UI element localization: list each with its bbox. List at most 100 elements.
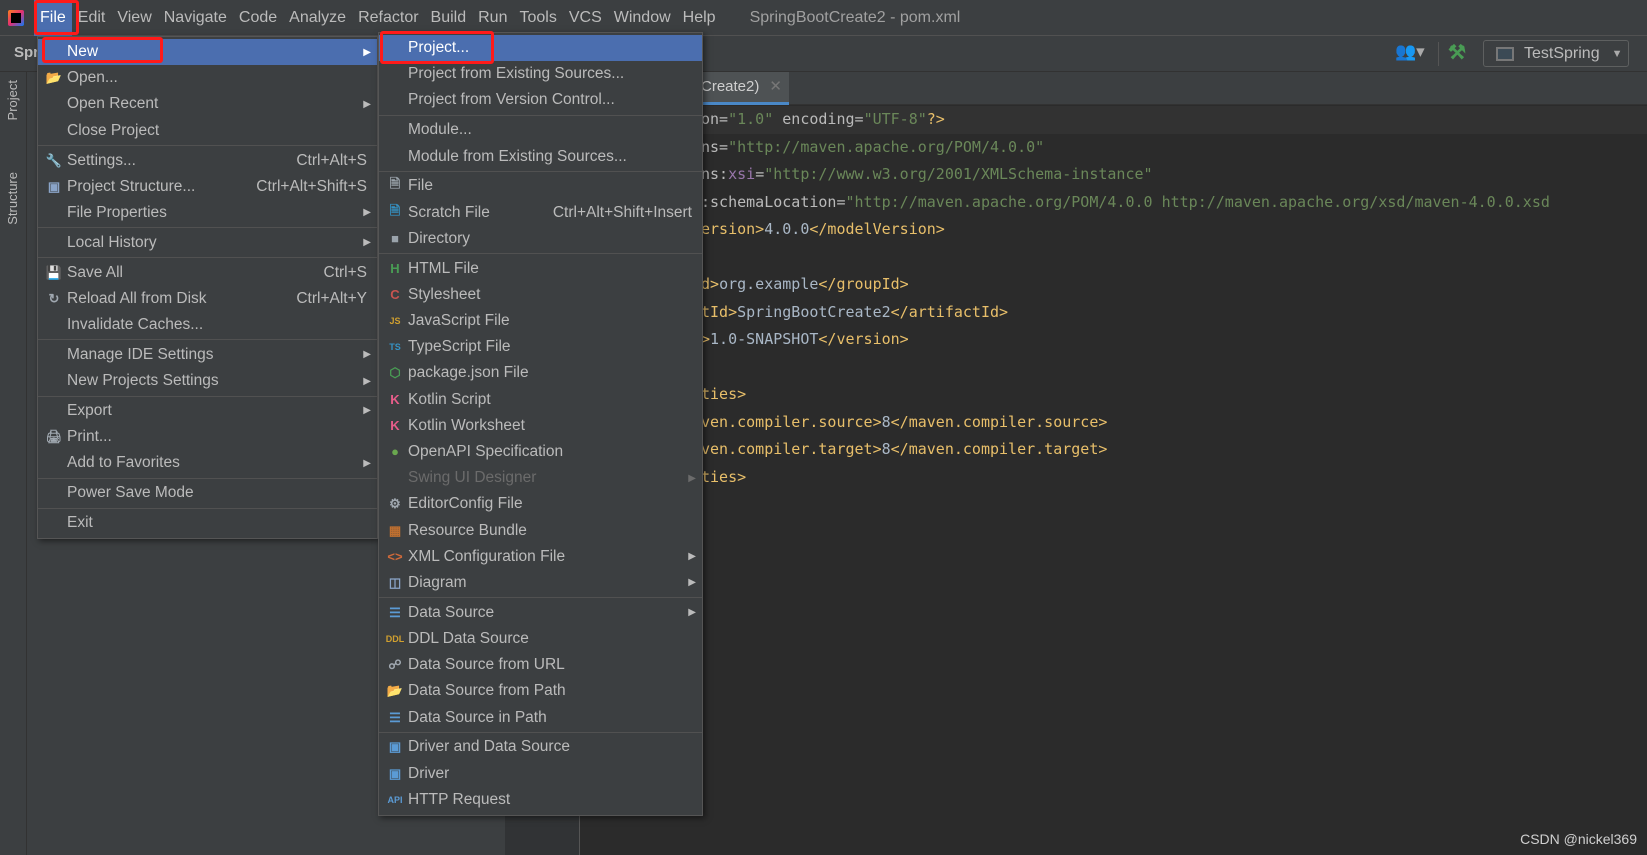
icon-placeholder [45, 484, 63, 502]
menu-item-directory[interactable]: ■ Directory [379, 226, 702, 252]
menu-item-editorconfig-file[interactable]: ⚙ EditorConfig File [379, 491, 702, 517]
directory-icon: ■ [391, 231, 399, 247]
menu-item-local-history[interactable]: Local History ▶ [38, 230, 377, 256]
menu-item-driver-and-data-source[interactable]: ▣ Driver and Data Source [379, 734, 702, 760]
menu-item-data-source[interactable]: ☰ Data Source ▶ [379, 600, 702, 626]
menu-window[interactable]: Window [608, 0, 677, 36]
tool-window-strip: Project Structure [0, 72, 27, 855]
menu-item-invalidate-caches[interactable]: Invalidate Caches... [38, 312, 377, 338]
run-config-selector[interactable]: TestSpring ▼ [1483, 40, 1629, 67]
menu-item-scratch-file[interactable]: 🗎 Scratch File Ctrl+Alt+Shift+Insert [379, 200, 702, 226]
code-line: ties> [701, 381, 1647, 409]
js-icon: JS [389, 316, 401, 327]
scratch-file-icon: 🗎 [389, 202, 401, 218]
ts-icon: TS [389, 342, 401, 353]
menu-item-save-all[interactable]: 💾 Save All Ctrl+S [38, 260, 377, 286]
menu-item-export[interactable]: Export ▶ [38, 398, 377, 424]
menu-item-project-structure[interactable]: ▣ Project Structure... Ctrl+Alt+Shift+S [38, 174, 377, 200]
code-token: on= [701, 110, 729, 128]
menu-item-http-request[interactable]: API HTTP Request [379, 787, 702, 813]
menu-item-data-source-from-path[interactable]: 📂 Data Source from Path [379, 678, 702, 704]
project-tool-tab[interactable]: Project [5, 80, 20, 120]
code-token: encoding= [773, 110, 864, 128]
menu-item-label: package.json File [408, 364, 529, 382]
menu-item-module-from-existing-sources[interactable]: Module from Existing Sources... [379, 143, 702, 169]
code-token: "UTF-8" [863, 110, 927, 128]
menu-help[interactable]: Help [677, 0, 722, 36]
menu-item-openapi-specification[interactable]: ● OpenAPI Specification [379, 439, 702, 465]
menu-item-data-source-from-url[interactable]: ☍ Data Source from URL [379, 652, 702, 678]
reload-icon: ↻ [48, 290, 60, 306]
code-token: "http://maven.apache.org/POM/4.0.0 http:… [845, 192, 1550, 211]
menu-item-driver[interactable]: ▣ Driver [379, 761, 702, 787]
code-token: </maven.compiler.target> [890, 440, 1108, 458]
submenu-arrow-icon: ▶ [363, 349, 371, 361]
menu-separator [38, 257, 377, 259]
menu-view[interactable]: View [111, 0, 157, 36]
menu-item-ddl-data-source[interactable]: DDL DDL Data Source [379, 626, 702, 652]
menu-item-project-from-existing-sources[interactable]: Project from Existing Sources... [379, 61, 702, 87]
user-icon[interactable]: 👥▾ [1395, 42, 1425, 62]
diagram-icon: ◫ [388, 574, 402, 590]
menu-navigate[interactable]: Navigate [158, 0, 233, 36]
code-token: 8 [881, 412, 891, 431]
menu-item-typescript-file[interactable]: TS TypeScript File [379, 334, 702, 360]
structure-tool-tab[interactable]: Structure [5, 172, 20, 225]
build-hammer-icon[interactable]: ⚒ [1448, 40, 1466, 65]
menu-item-close-project[interactable]: Close Project [38, 118, 377, 144]
menu-vcs[interactable]: VCS [563, 0, 608, 36]
menu-item-new-projects-settings[interactable]: New Projects Settings ▶ [38, 368, 377, 394]
shortcut-label: Ctrl+Alt+Shift+S [256, 177, 367, 195]
submenu-arrow-icon: ▶ [363, 457, 371, 469]
menu-item-settings[interactable]: 🔧 Settings... Ctrl+Alt+S [38, 147, 377, 173]
menu-tools[interactable]: Tools [513, 0, 562, 36]
menu-item-xml-configuration-file[interactable]: <> XML Configuration File ▶ [379, 544, 702, 570]
menu-item-resource-bundle[interactable]: ▦ Resource Bundle [379, 517, 702, 543]
menu-item-label: Open... [67, 69, 118, 87]
kotlin-icon: K [390, 392, 400, 408]
menu-item-javascript-file[interactable]: JS JavaScript File [379, 308, 702, 334]
menu-item-open[interactable]: 📂 Open... [38, 65, 377, 91]
editor-tab-pom[interactable]: Create2) ✕ [701, 72, 789, 105]
menu-item-data-source-in-path[interactable]: ☰ Data Source in Path [379, 704, 702, 730]
menu-item-kotlin-script[interactable]: K Kotlin Script [379, 387, 702, 413]
code-line: tId>SpringBootCreate2</artifactId> [701, 299, 1647, 327]
code-token: </version> [818, 330, 909, 348]
menu-code[interactable]: Code [233, 0, 283, 36]
kotlin-icon: K [390, 418, 400, 434]
menu-item-stylesheet[interactable]: C Stylesheet [379, 282, 702, 308]
menu-item-label: Resource Bundle [408, 521, 527, 539]
icon-placeholder [386, 91, 404, 109]
menu-item-module[interactable]: Module... [379, 117, 702, 143]
menu-item-label: HTML File [408, 259, 479, 277]
menu-item-package-json-file[interactable]: ⬡ package.json File [379, 360, 702, 386]
menu-item-manage-ide-settings[interactable]: Manage IDE Settings ▶ [38, 342, 377, 368]
menu-item-label: Kotlin Worksheet [408, 416, 525, 434]
menu-item-power-save-mode[interactable]: Power Save Mode [38, 480, 377, 506]
menu-item-project-from-version-control[interactable]: Project from Version Control... [379, 87, 702, 113]
code-token: </groupId> [818, 275, 909, 293]
menu-item-html-file[interactable]: H HTML File [379, 256, 702, 282]
code-token: ?> [926, 110, 945, 128]
shortcut-label: Ctrl+Alt+Shift+Insert [552, 203, 692, 221]
menu-item-label: Data Source from URL [408, 656, 565, 674]
submenu-arrow-icon: ▶ [363, 46, 371, 58]
code-editor[interactable]: on="1.0" encoding="UTF-8"?> ns="http://ma… [580, 106, 1647, 491]
menu-item-file-properties[interactable]: File Properties ▶ [38, 200, 377, 226]
icon-placeholder [45, 122, 63, 140]
menu-item-file[interactable]: 🗎 File [379, 173, 702, 199]
submenu-arrow-icon: ▶ [363, 405, 371, 417]
menu-item-open-recent[interactable]: Open Recent ▶ [38, 91, 377, 117]
menu-item-kotlin-worksheet[interactable]: K Kotlin Worksheet [379, 413, 702, 439]
close-icon[interactable]: ✕ [769, 78, 782, 95]
shortcut-label: Ctrl+S [323, 263, 368, 281]
menu-separator [379, 253, 702, 255]
menu-item-exit[interactable]: Exit [38, 510, 377, 536]
menu-analyze[interactable]: Analyze [283, 0, 352, 36]
menu-item-add-to-favorites[interactable]: Add to Favorites ▶ [38, 450, 377, 476]
menu-item-reload-all-from-disk[interactable]: ↻ Reload All from Disk Ctrl+Alt+Y [38, 286, 377, 312]
save-icon: 💾 [45, 264, 63, 280]
menu-item-diagram[interactable]: ◫ Diagram ▶ [379, 570, 702, 596]
menu-item-print[interactable]: 🖨 Print... [38, 424, 377, 450]
